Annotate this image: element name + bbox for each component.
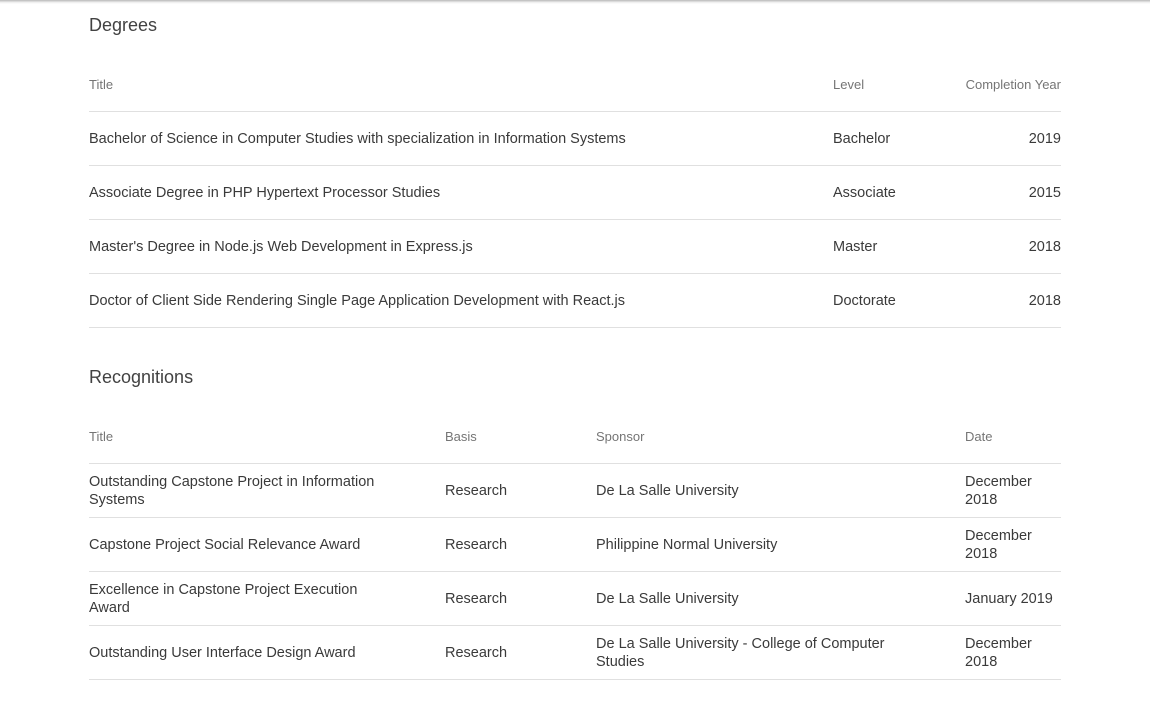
degrees-col-level: Level	[833, 57, 961, 112]
recognitions-table: Title Basis Sponsor Date Outstanding Cap…	[89, 409, 1061, 680]
recognition-title: Capstone Project Social Relevance Award	[89, 517, 445, 572]
recognition-date: January 2019	[965, 571, 1061, 626]
recognition-title: Outstanding Capstone Project in Informat…	[89, 463, 445, 518]
degree-year: 2015	[961, 165, 1061, 220]
app-bar-shadow	[0, 0, 1150, 4]
degree-title: Master's Degree in Node.js Web Developme…	[89, 219, 833, 274]
degree-year: 2018	[961, 219, 1061, 274]
recognition-basis: Research	[445, 571, 596, 626]
recognition-basis: Research	[445, 625, 596, 680]
recognition-sponsor: Philippine Normal University	[596, 517, 965, 572]
degree-title: Associate Degree in PHP Hypertext Proces…	[89, 165, 833, 220]
degree-row: Doctor of Client Side Rendering Single P…	[89, 273, 1061, 328]
recognition-date: December 2018	[965, 463, 1061, 518]
degree-row: Master's Degree in Node.js Web Developme…	[89, 219, 1061, 274]
recognition-date: December 2018	[965, 625, 1061, 680]
recognitions-col-date: Date	[965, 409, 1061, 464]
degrees-table: Title Level Completion Year Bachelor of …	[89, 57, 1061, 328]
recognition-row: Outstanding Capstone Project in Informat…	[89, 463, 1061, 518]
recognitions-col-sponsor: Sponsor	[596, 409, 965, 464]
degree-title: Bachelor of Science in Computer Studies …	[89, 111, 833, 166]
degrees-col-year: Completion Year	[961, 57, 1061, 112]
recognition-basis: Research	[445, 517, 596, 572]
recognition-basis: Research	[445, 463, 596, 518]
recognition-row: Outstanding User Interface Design Award …	[89, 625, 1061, 680]
degree-row: Associate Degree in PHP Hypertext Proces…	[89, 165, 1061, 220]
recognitions-col-title: Title	[89, 409, 445, 464]
degree-year: 2018	[961, 273, 1061, 328]
recognition-sponsor: De La Salle University	[596, 463, 965, 518]
degrees-header-row: Title Level Completion Year	[89, 57, 1061, 112]
recognition-row: Capstone Project Social Relevance Award …	[89, 517, 1061, 572]
degree-level: Bachelor	[833, 111, 961, 166]
recognition-sponsor: De La Salle University	[596, 571, 965, 626]
degree-row: Bachelor of Science in Computer Studies …	[89, 111, 1061, 166]
degrees-col-title: Title	[89, 57, 833, 112]
degrees-heading: Degrees	[89, 15, 158, 35]
recognitions-heading: Recognitions	[89, 367, 194, 387]
recognition-sponsor: De La Salle University - College of Comp…	[596, 625, 965, 680]
recognition-title: Outstanding User Interface Design Award	[89, 625, 445, 680]
recognition-date: December 2018	[965, 517, 1061, 572]
recognitions-header-row: Title Basis Sponsor Date	[89, 409, 1061, 464]
degree-year: 2019	[961, 111, 1061, 166]
recognition-title: Excellence in Capstone Project Execution…	[89, 571, 445, 626]
degree-level: Master	[833, 219, 961, 274]
recognition-row: Excellence in Capstone Project Execution…	[89, 571, 1061, 626]
degree-level: Doctorate	[833, 273, 961, 328]
degree-level: Associate	[833, 165, 961, 220]
recognitions-col-basis: Basis	[445, 409, 596, 464]
degree-title: Doctor of Client Side Rendering Single P…	[89, 273, 833, 328]
